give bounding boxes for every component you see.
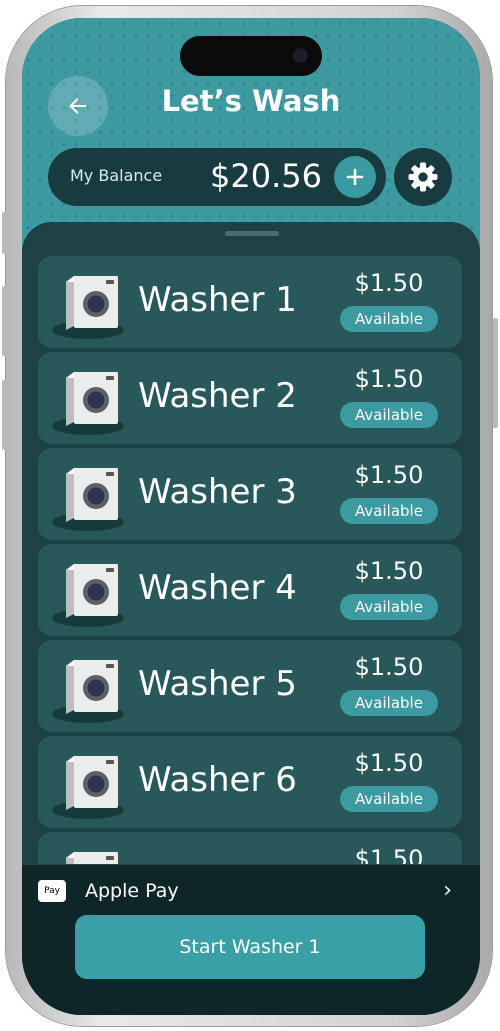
washing-machine-icon xyxy=(52,660,124,723)
payment-method-row[interactable]: Pay Apple Pay › xyxy=(38,878,452,907)
washer-card[interactable]: Washer 2 $1.50 Available xyxy=(38,352,462,444)
app-screen: Let’s Wash My Balance $20.56 Washer 1 $1… xyxy=(22,18,480,1015)
washer-name: Washer 1 xyxy=(138,280,297,320)
washer-name: Washer 2 xyxy=(138,376,297,416)
payment-method-label: Apple Pay xyxy=(85,880,179,902)
power-button xyxy=(493,318,498,428)
washer-list: Washer 1 $1.50 Available Washer 2 $1.50 … xyxy=(38,256,462,928)
sheet-grabber[interactable] xyxy=(225,231,279,236)
washer-price: $1.50 xyxy=(354,653,424,681)
balance-label: My Balance xyxy=(70,166,163,185)
washer-price: $1.50 xyxy=(354,461,424,489)
status-badge: Available xyxy=(340,498,438,524)
balance-amount: $20.56 xyxy=(210,157,322,195)
washer-price: $1.50 xyxy=(354,749,424,777)
plus-icon xyxy=(346,168,364,186)
washer-card[interactable]: Washer 3 $1.50 Available xyxy=(38,448,462,540)
volume-up-button xyxy=(2,286,7,356)
status-badge: Available xyxy=(340,594,438,620)
action-button xyxy=(2,212,7,254)
start-washer-button[interactable]: Start Washer 1 xyxy=(75,915,425,979)
dynamic-island xyxy=(180,36,322,76)
washer-card[interactable]: Washer 1 $1.50 Available xyxy=(38,256,462,348)
add-funds-button[interactable] xyxy=(334,156,376,198)
washing-machine-icon xyxy=(52,276,124,339)
status-badge: Available xyxy=(340,306,438,332)
washer-card[interactable]: Washer 4 $1.50 Available xyxy=(38,544,462,636)
checkout-bar: Pay Apple Pay › Start Washer 1 xyxy=(22,864,480,1015)
status-badge: Available xyxy=(340,402,438,428)
washer-name: Washer 3 xyxy=(138,472,297,512)
washer-name: Washer 6 xyxy=(138,760,297,800)
balance-pill: My Balance $20.56 xyxy=(48,148,386,206)
settings-button[interactable] xyxy=(394,148,452,206)
washer-name: Washer 4 xyxy=(138,568,297,608)
washer-card[interactable]: Washer 6 $1.50 Available xyxy=(38,736,462,828)
chevron-right-icon: › xyxy=(443,878,452,903)
status-badge: Available xyxy=(340,690,438,716)
washer-price: $1.50 xyxy=(354,269,424,297)
washer-card[interactable]: Washer 5 $1.50 Available xyxy=(38,640,462,732)
washer-price: $1.50 xyxy=(354,557,424,585)
washing-machine-icon xyxy=(52,372,124,435)
gear-icon xyxy=(408,162,438,192)
washing-machine-icon xyxy=(52,468,124,531)
washer-price: $1.50 xyxy=(354,365,424,393)
volume-down-button xyxy=(2,380,7,450)
washing-machine-icon xyxy=(52,564,124,627)
apple-pay-icon: Pay xyxy=(38,880,66,902)
camera-icon xyxy=(293,48,308,63)
washer-name: Washer 5 xyxy=(138,664,297,704)
page-title: Let’s Wash xyxy=(161,84,341,118)
status-badge: Available xyxy=(340,786,438,812)
washing-machine-icon xyxy=(52,756,124,819)
